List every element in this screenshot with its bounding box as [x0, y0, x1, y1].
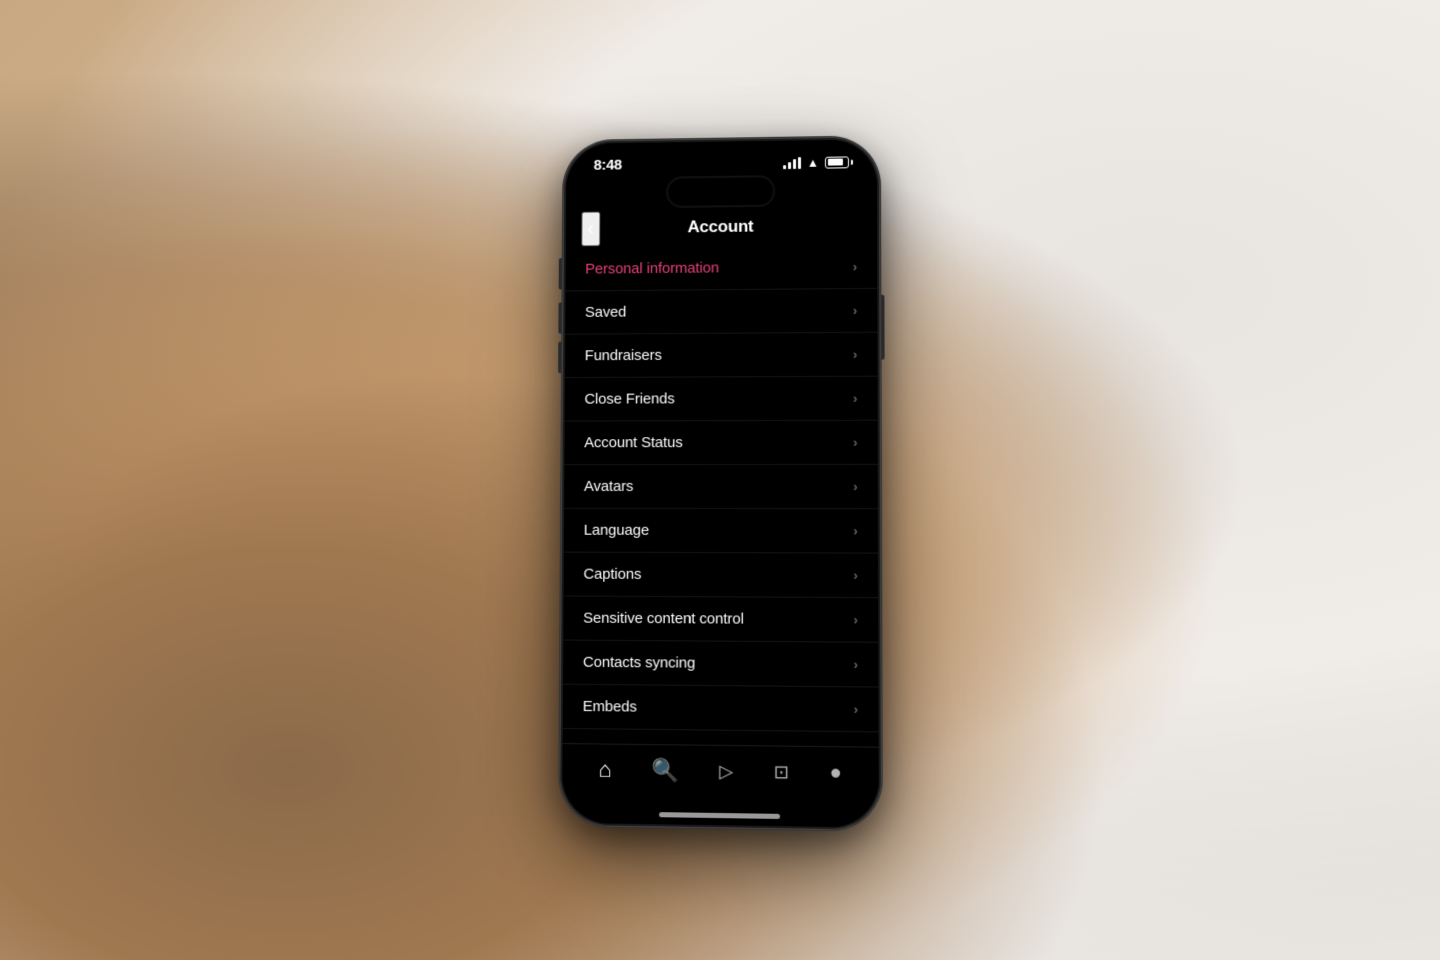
phone-screen: 8:48 ▲ — [562, 139, 879, 827]
menu-item-account-status[interactable]: Account Status › — [564, 421, 877, 465]
menu-item-label-captions: Captions — [583, 566, 641, 583]
tab-search[interactable]: 🔍 — [643, 753, 687, 788]
page-title: Account — [687, 217, 753, 237]
phone-inner-frame: 8:48 ▲ — [562, 139, 879, 827]
menu-item-close-friends[interactable]: Close Friends › — [565, 377, 878, 422]
tab-reels[interactable]: ▷ — [711, 756, 741, 786]
menu-item-sensitive-content-control[interactable]: Sensitive content control › — [563, 597, 878, 643]
menu-item-avatars[interactable]: Avatars › — [564, 465, 878, 509]
back-button[interactable]: ‹ — [581, 211, 599, 245]
status-time: 8:48 — [594, 157, 622, 174]
chevron-icon-saved: › — [853, 303, 857, 318]
tab-shop[interactable]: ⊡ — [766, 757, 797, 787]
tab-home[interactable]: ⌂ — [590, 752, 619, 787]
chevron-icon-captions: › — [853, 568, 857, 583]
menu-item-label-saved: Saved — [585, 304, 626, 321]
shop-icon: ⊡ — [774, 761, 789, 783]
tab-profile[interactable]: ● — [821, 757, 850, 789]
chevron-icon-close-friends: › — [853, 391, 857, 406]
menu-item-label-sensitive-content-control: Sensitive content control — [583, 610, 744, 628]
chevron-icon-language: › — [853, 523, 857, 538]
profile-icon: ● — [830, 761, 842, 785]
menu-list: Personal information›Saved›Fundraisers›C… — [563, 245, 879, 747]
menu-item-label-fundraisers: Fundraisers — [585, 347, 662, 364]
chevron-icon-avatars: › — [853, 479, 857, 494]
menu-item-embeds[interactable]: Embeds › — [563, 685, 879, 733]
menu-item-label-avatars: Avatars — [584, 478, 633, 495]
menu-item-label-contacts-syncing: Contacts syncing — [583, 654, 695, 672]
chevron-icon-embeds: › — [854, 702, 858, 717]
menu-item-personal-information[interactable]: Personal information › — [565, 245, 877, 291]
dynamic-island — [666, 175, 775, 208]
chevron-icon-fundraisers: › — [853, 347, 857, 362]
menu-item-contacts-syncing[interactable]: Contacts syncing › — [563, 641, 878, 688]
nav-header: ‹ Account — [566, 209, 877, 248]
phone-outer-frame: 8:48 ▲ — [559, 136, 882, 830]
home-icon: ⌂ — [598, 757, 611, 783]
signal-icon — [783, 157, 801, 169]
status-bar: 8:48 ▲ — [566, 139, 877, 178]
chevron-icon-sensitive-content-control: › — [854, 612, 858, 627]
menu-item-saved[interactable]: Saved › — [565, 289, 877, 335]
menu-item-label-personal-information: Personal information — [585, 260, 719, 278]
tab-bar: ⌂ 🔍 ▷ ⊡ ● — [562, 743, 879, 807]
menu-item-label-language: Language — [584, 522, 649, 539]
menu-item-language[interactable]: Language › — [564, 509, 878, 554]
search-icon: 🔍 — [652, 757, 680, 784]
menu-item-label-embeds: Embeds — [583, 698, 637, 716]
phone-device: 8:48 ▲ — [559, 136, 882, 830]
menu-item-fundraisers[interactable]: Fundraisers › — [565, 333, 878, 378]
chevron-icon-contacts-syncing: › — [854, 657, 858, 672]
home-indicator — [562, 803, 879, 828]
menu-item-captions[interactable]: Captions › — [564, 553, 879, 599]
status-icons: ▲ — [783, 155, 849, 170]
battery-icon — [825, 156, 849, 168]
menu-item-label-account-status: Account Status — [584, 434, 683, 451]
chevron-icon-personal-information: › — [853, 259, 857, 274]
wifi-icon: ▲ — [807, 155, 819, 169]
reels-icon: ▷ — [719, 761, 733, 783]
chevron-icon-account-status: › — [853, 435, 857, 450]
menu-item-label-close-friends: Close Friends — [584, 390, 674, 407]
